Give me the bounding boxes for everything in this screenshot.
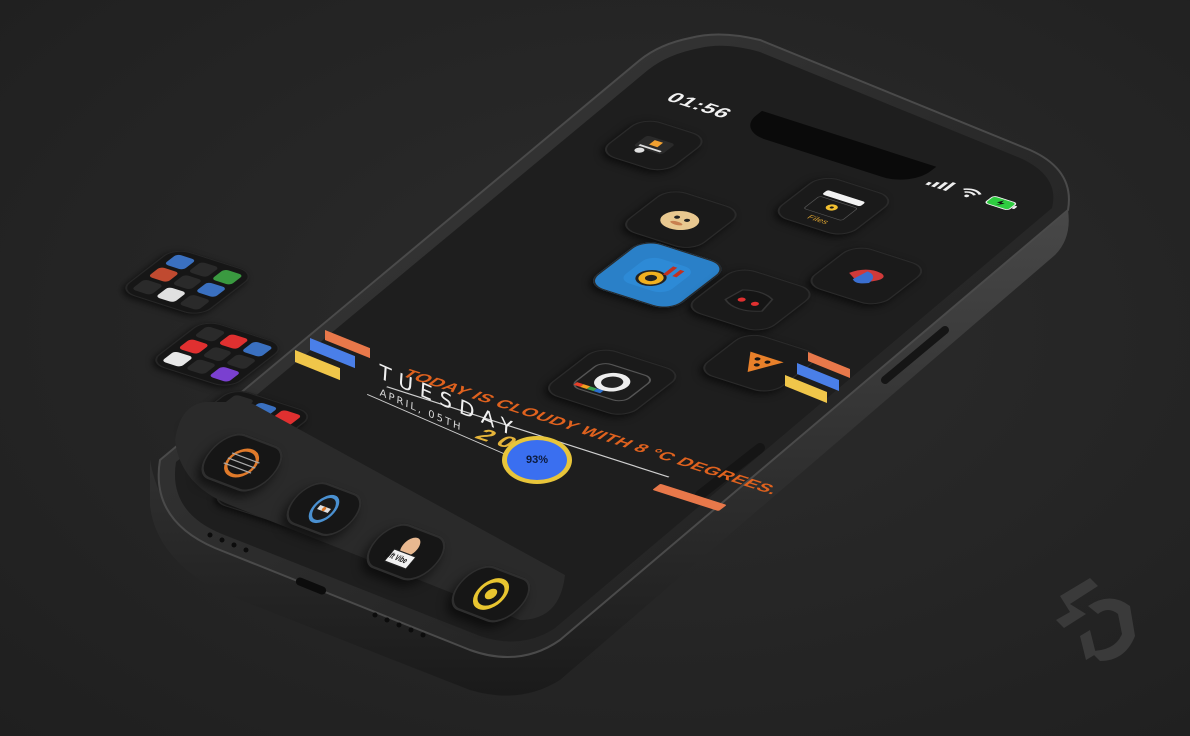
ring-icon	[472, 578, 510, 610]
battery-fill: 93%	[507, 440, 567, 480]
red-blue-icon	[849, 269, 884, 284]
stage: 01:56 Files TODAY IS CLOUDY WITH 8 °C DE…	[0, 0, 1190, 736]
discord-icon	[724, 289, 774, 312]
battery-ring: 93%	[502, 436, 572, 484]
app-ghost[interactable]	[616, 187, 746, 253]
app-files[interactable]: Files	[769, 173, 898, 239]
files-icon	[804, 190, 865, 221]
compass-icon	[308, 494, 340, 524]
app-red-blue[interactable]	[801, 243, 931, 309]
signal-icon	[925, 181, 957, 192]
battery-percent: 93%	[525, 454, 549, 466]
app-camera[interactable]	[539, 345, 686, 419]
watermark-logo	[1056, 578, 1135, 661]
app-top-1[interactable]	[596, 116, 712, 175]
battery-icon	[985, 196, 1018, 210]
guitar-icon	[223, 448, 261, 477]
battery-widget: 93%	[502, 436, 574, 486]
app-top-1-icon	[634, 135, 674, 155]
camera-icon	[573, 363, 652, 402]
wifi-icon	[963, 188, 982, 198]
ghost-icon	[660, 210, 700, 231]
horn-icon	[623, 257, 691, 293]
